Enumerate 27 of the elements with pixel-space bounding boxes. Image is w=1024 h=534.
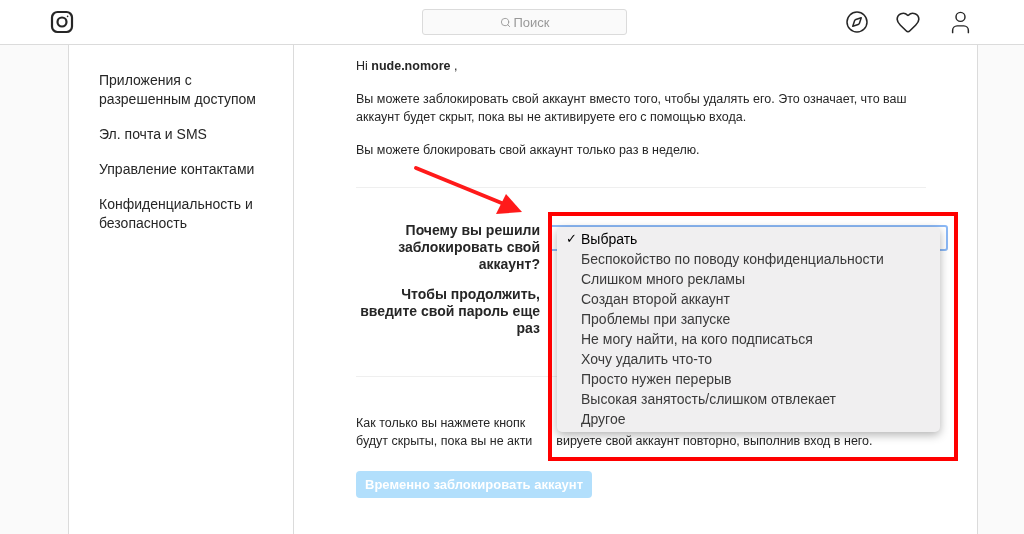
sidebar-item[interactable]: Эл. почта и SMS bbox=[99, 125, 281, 144]
dropdown-option[interactable]: Просто нужен перерыв bbox=[557, 369, 940, 389]
note-text: будут скрыты, пока вы не акти bbox=[356, 433, 533, 450]
dropdown-option[interactable]: Слишком много рекламы bbox=[557, 269, 940, 289]
dropdown-option[interactable]: Создан второй аккаунт bbox=[557, 289, 940, 309]
note-text: Как только вы нажмете кнопк bbox=[356, 415, 526, 432]
info-text: Вы можете заблокировать свой аккаунт вместо того, чтобы удалять его. Это означает, что ваш аккаунт будет скрыт, пока вы не активируете его с помощью входа. bbox=[356, 91, 908, 126]
dropdown-option[interactable]: Не могу найти, на кого подписаться bbox=[557, 329, 940, 349]
dropdown-option[interactable]: Высокая занятость/слишком отвлекает bbox=[557, 389, 940, 409]
heart-icon[interactable] bbox=[895, 9, 921, 35]
dropdown-option[interactable]: Другое bbox=[557, 409, 940, 429]
search-icon bbox=[500, 17, 511, 28]
password-label: Чтобы продолжить, введите свой пароль еще раз bbox=[359, 286, 540, 337]
dropdown-option[interactable]: Проблемы при запуске bbox=[557, 309, 940, 329]
compass-icon[interactable] bbox=[845, 10, 869, 34]
greeting: Hi nude.nomore , bbox=[356, 58, 459, 75]
search-field[interactable]: Поиск bbox=[422, 9, 627, 35]
note-text: вируете свой аккаунт повторно, выполнив вход в него. bbox=[556, 433, 873, 450]
dropdown-option[interactable]: Хочу удалить что-то bbox=[557, 349, 940, 369]
dropdown-option[interactable]: Беспокойство по поводу конфиденциальности bbox=[557, 249, 940, 269]
sidebar-item[interactable]: Управление контактами bbox=[99, 160, 281, 179]
info-text: Вы можете блокировать свой аккаунт только раз в неделю. bbox=[356, 142, 701, 159]
dropdown-option[interactable]: ✓ Выбрать bbox=[557, 229, 940, 249]
sidebar-item[interactable]: Конфиденциальность и безопасность bbox=[99, 195, 281, 233]
camera-logo-icon[interactable] bbox=[50, 10, 74, 34]
sidebar-item[interactable]: Приложения с разрешенным доступом bbox=[99, 71, 281, 109]
reason-label: Почему вы решили заблокировать свой аккаунт? bbox=[397, 222, 540, 273]
